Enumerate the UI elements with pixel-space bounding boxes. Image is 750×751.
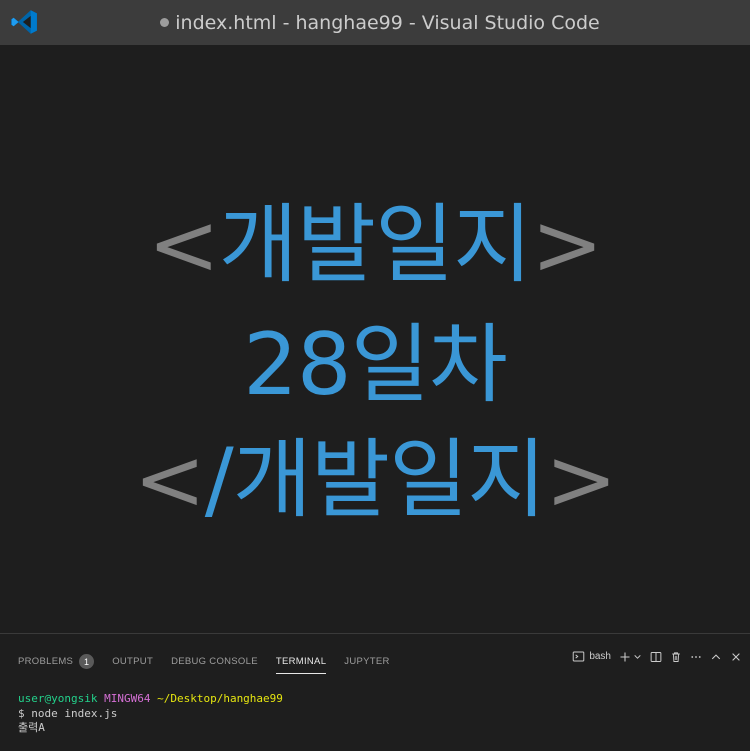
open-close-tag-bracket: < (133, 430, 206, 530)
split-icon (650, 651, 662, 662)
tab-output[interactable]: OUTPUT (112, 652, 153, 673)
tab-problems[interactable]: PROBLEMS 1 (18, 650, 95, 675)
tab-output-label: OUTPUT (112, 656, 154, 667)
terminal-command-line: $ node index.js (18, 706, 118, 720)
heading-line-3: </개발일지> (0, 430, 750, 530)
terminal-shell-selector[interactable]: bash (572, 650, 611, 663)
tab-jupyter[interactable]: JUPYTER (344, 652, 389, 673)
slash-text: / (204, 430, 234, 530)
new-terminal-button[interactable] (619, 651, 642, 663)
more-actions-button[interactable] (690, 651, 702, 663)
tab-problems-label: PROBLEMS (18, 656, 74, 667)
trash-icon (672, 651, 680, 662)
heading-text-1: 개발일지 (218, 195, 532, 295)
heading-text-3: 개발일지 (232, 430, 546, 530)
panel-tabs: PROBLEMS 1 OUTPUT DEBUG CONSOLE TERMINAL… (10, 650, 408, 675)
plus-icon (620, 652, 630, 661)
problems-count-badge: 1 (79, 654, 95, 669)
terminal-icon (573, 651, 585, 662)
close-bracket-2: > (545, 430, 617, 530)
tab-terminal[interactable]: TERMINAL (275, 652, 327, 674)
tab-debug-console-label: DEBUG CONSOLE (171, 656, 258, 667)
title-bar: index.html - hanghae99 - Visual Studio C… (0, 0, 750, 45)
tab-jupyter-label: JUPYTER (344, 656, 390, 667)
vscode-logo-icon[interactable] (10, 8, 38, 36)
shell-name: bash (589, 651, 611, 662)
terminal-path: ~/Desktop/hanghae99 (157, 692, 283, 705)
heading-line-2: 28일차 (0, 315, 750, 415)
kill-terminal-button[interactable] (670, 651, 682, 663)
window-title-text: index.html - hanghae99 - Visual Studio C… (175, 11, 600, 34)
unsaved-dot-icon (160, 18, 170, 27)
terminal-output[interactable]: user@yongsik MINGW64 ~/Desktop/hanghae99… (18, 692, 738, 736)
chevron-up-icon (711, 653, 721, 659)
ellipsis-icon (691, 655, 701, 658)
maximize-panel-button[interactable] (710, 651, 722, 663)
bottom-panel: PROBLEMS 1 OUTPUT DEBUG CONSOLE TERMINAL… (0, 633, 750, 751)
close-panel-button[interactable] (730, 651, 742, 663)
split-terminal-button[interactable] (650, 651, 662, 663)
open-bracket: < (147, 195, 220, 295)
window-title: index.html - hanghae99 - Visual Studio C… (160, 11, 600, 34)
terminal-user: user@yongsik (18, 692, 98, 705)
terminal-prompt-line: user@yongsik MINGW64 ~/Desktop/hanghae99 (18, 692, 738, 707)
day-count-text: 28일차 (243, 315, 508, 415)
close-icon (732, 652, 740, 661)
close-bracket: > (531, 195, 603, 295)
chevron-down-icon (634, 655, 641, 659)
terminal-host: MINGW64 (104, 692, 151, 705)
tab-debug-console[interactable]: DEBUG CONSOLE (171, 652, 258, 673)
editor-area[interactable]: <개발일지> 28일차 </개발일지> (0, 45, 750, 633)
tab-terminal-label: TERMINAL (275, 655, 327, 667)
heading-line-1: <개발일지> (0, 195, 750, 295)
panel-actions: bash (572, 650, 742, 663)
terminal-output-line: 출력A (18, 721, 45, 734)
